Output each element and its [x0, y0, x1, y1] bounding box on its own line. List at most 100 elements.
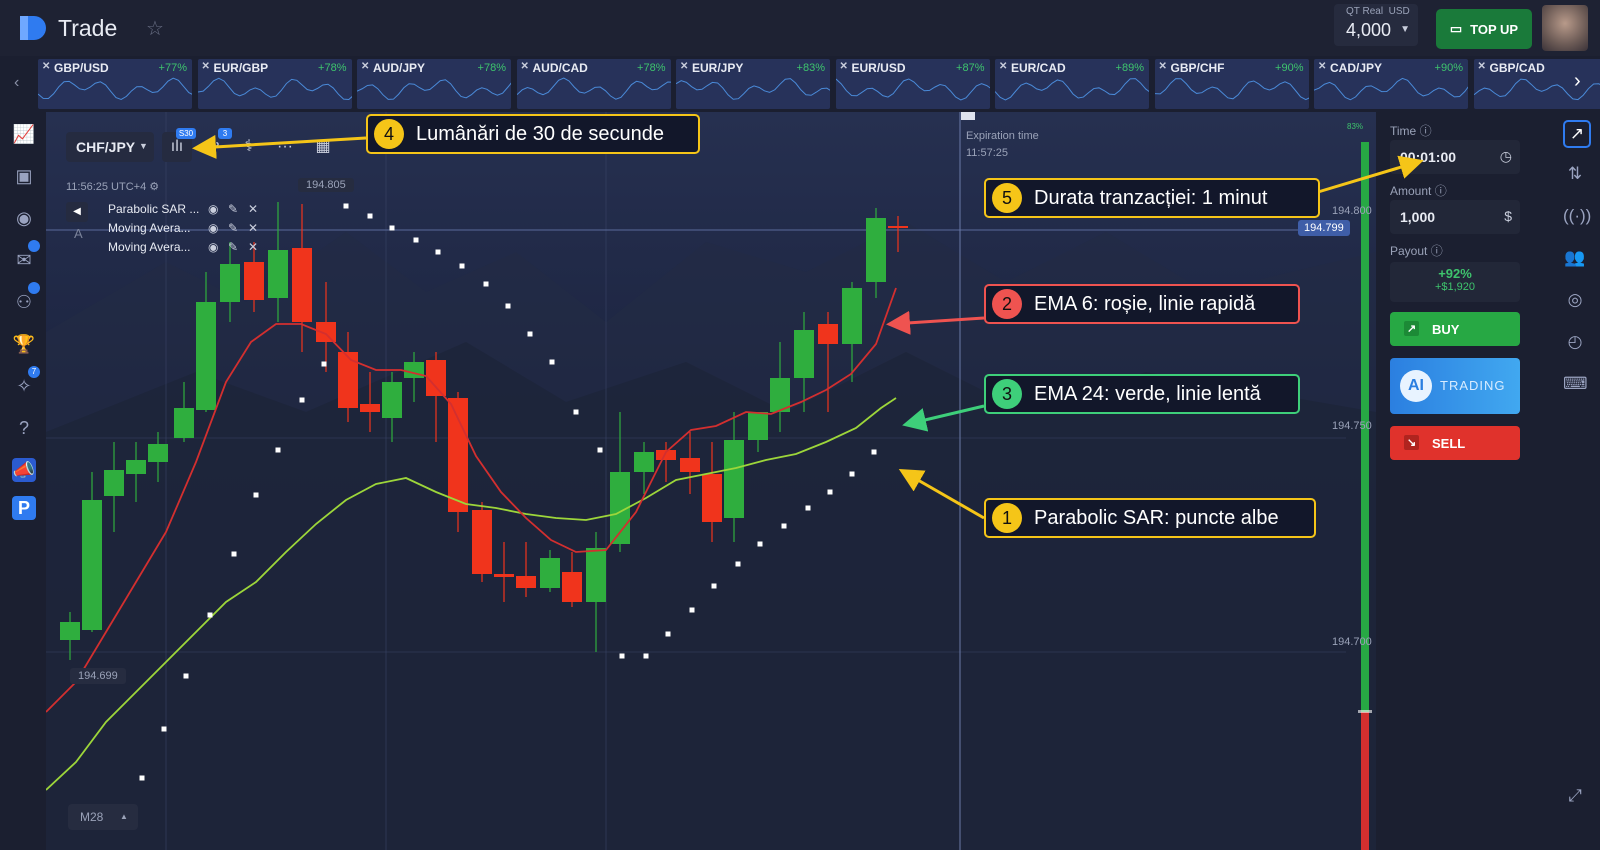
callout-1: 1 Parabolic SAR: puncte albe	[984, 498, 1316, 538]
ticker-gbp-chf[interactable]: ✕ GBP/CHF +90%	[1154, 59, 1309, 109]
ticker-gbp-cad[interactable]: ✕ GBP/CAD	[1473, 59, 1600, 109]
briefcase-icon[interactable]: ▣	[12, 164, 36, 188]
trade-chart-icon[interactable]: ↗	[1563, 120, 1591, 148]
ticker-close-icon[interactable]: ✕	[1318, 61, 1326, 72]
ticker-close-icon[interactable]: ✕	[521, 61, 529, 72]
app-logo-icon[interactable]: P	[12, 496, 36, 520]
symbol-selector[interactable]: CHF/JPY ▼	[66, 132, 154, 162]
logo-icon	[18, 14, 52, 42]
ticker-close-icon[interactable]: ✕	[1159, 61, 1167, 72]
ticker-close-icon[interactable]: ✕	[361, 61, 369, 72]
sar-dot	[549, 359, 555, 365]
ticker-aud-cad[interactable]: ✕ AUD/CAD +78%	[516, 59, 671, 109]
remove-icon[interactable]: ✕	[248, 202, 258, 216]
sar-dot	[757, 541, 763, 547]
background-mountains-2	[46, 342, 1376, 850]
candle-body	[888, 226, 908, 228]
favorite-star-icon[interactable]: ☆	[146, 16, 164, 41]
target-icon[interactable]: ◎	[1563, 288, 1587, 312]
indicator-row[interactable]: Moving Avera... ◉ ✎ ✕	[108, 221, 268, 239]
ticker-close-icon[interactable]: ✕	[42, 61, 50, 72]
clock-icon[interactable]: ◷	[1500, 148, 1512, 165]
callout-text: Parabolic SAR: puncte albe	[1034, 506, 1279, 529]
buy-button[interactable]: ↗ BUY	[1390, 312, 1520, 346]
ticker-close-icon[interactable]: ✕	[840, 61, 848, 72]
fullscreen-icon[interactable]: ⤢	[1563, 784, 1587, 808]
ticker-cad-jpy[interactable]: ✕ CAD/JPY +90%	[1314, 59, 1468, 109]
remove-icon[interactable]: ✕	[248, 221, 258, 235]
ticker-sparkline	[835, 78, 990, 101]
candle-body	[866, 218, 886, 282]
candle-body	[794, 330, 814, 378]
ticker-eur-cad[interactable]: ✕ EUR/CAD +89%	[995, 59, 1149, 109]
right-sidebar: ↗ ⇅ ((·)) 👥 ◎ ◴ ⌨ ⤢	[1550, 112, 1600, 850]
avatar[interactable]	[1542, 5, 1588, 51]
ticker-eur-gbp[interactable]: ✕ EUR/GBP +78%	[197, 59, 352, 109]
sar-dot	[207, 612, 213, 618]
more-icon[interactable]: ···	[270, 132, 300, 162]
amount-input[interactable]: 1,000 $	[1390, 200, 1520, 234]
indicator-row[interactable]: Parabolic SAR ... ◉ ✎ ✕	[108, 202, 268, 220]
candle-body	[448, 398, 468, 512]
sar-dot	[711, 583, 717, 589]
eye-icon[interactable]: ◉	[208, 221, 218, 235]
edit-icon[interactable]: ✎	[228, 202, 238, 216]
ticker-eur-usd[interactable]: ✕ EUR/USD +87%	[835, 59, 990, 109]
scroll-right-icon[interactable]: ›	[1574, 70, 1581, 93]
ticker-sparkline	[38, 77, 192, 101]
collapse-indicators-button[interactable]: ◀	[66, 202, 88, 222]
candle-body	[724, 440, 744, 518]
remove-icon[interactable]: ✕	[248, 240, 258, 254]
sar-dot	[253, 492, 259, 498]
ticker-close-icon[interactable]: ✕	[202, 61, 210, 72]
edit-icon[interactable]: ✎	[228, 221, 238, 235]
ticker-close-icon[interactable]: ✕	[680, 61, 688, 72]
time-input[interactable]: 00:01:00 ◷	[1390, 140, 1520, 174]
ticker-pair: EUR/CAD	[1011, 61, 1066, 75]
eye-icon[interactable]: ◉	[208, 202, 218, 216]
ticker-close-icon[interactable]: ✕	[1478, 61, 1486, 72]
signal-icon[interactable]: ((·))	[1563, 204, 1591, 228]
indicators-icon[interactable]: ⚕	[234, 132, 264, 162]
users-icon[interactable]: 👥	[1563, 246, 1587, 270]
top-up-button[interactable]: ▭ TOP UP	[1436, 9, 1532, 49]
history-icon[interactable]: ◴	[1563, 330, 1587, 354]
sar-dot	[231, 551, 237, 557]
candle-body	[702, 474, 722, 522]
settings-gear-icon: ⚙	[149, 181, 160, 193]
user-icon[interactable]: ◉	[12, 206, 36, 230]
chevron-down-icon: ▼	[139, 141, 148, 151]
layout-icon[interactable]: ▦	[308, 132, 338, 162]
keyboard-icon[interactable]: ⌨	[1563, 372, 1588, 396]
ticker-gbp-usd[interactable]: ✕ GBP/USD +77%	[38, 59, 192, 109]
edit-icon[interactable]: ✎	[228, 240, 238, 254]
ticker-eur-jpy[interactable]: ✕ EUR/JPY +83%	[676, 59, 830, 109]
ticker-close-icon[interactable]: ✕	[999, 61, 1007, 72]
zoom-selector[interactable]: M28 ▲	[68, 804, 138, 830]
price-chart[interactable]: CHF/JPY ▼ ılı S30 ↩ 3 ⚕ ··· ▦ 11:56:25 U…	[46, 112, 1376, 850]
sell-button[interactable]: ↘ SELL	[1390, 426, 1520, 460]
indicator-row[interactable]: Moving Avera... ◉ ✎ ✕	[108, 240, 268, 258]
trophy-icon[interactable]: 🏆	[12, 332, 36, 356]
transfer-icon[interactable]: ⇅	[1563, 162, 1587, 186]
megaphone-icon[interactable]: 📣	[12, 458, 36, 482]
chevron-up-icon: ▲	[120, 812, 128, 821]
balance-dropdown[interactable]: QT Real USD 4,000 ▼	[1334, 4, 1418, 46]
ticker-sparkline	[1314, 77, 1468, 101]
callout-text: Durata tranzacției: 1 minut	[1034, 186, 1268, 209]
scroll-left-icon[interactable]: ‹	[14, 74, 19, 92]
sar-dot	[435, 249, 441, 255]
ai-trading-button[interactable]: AI TRADING	[1390, 358, 1520, 414]
chart-icon[interactable]: 📈	[12, 122, 36, 146]
ticker-aud-jpy[interactable]: ✕ AUD/JPY +78%	[357, 59, 511, 109]
eye-icon[interactable]: ◉	[208, 240, 218, 254]
ticker-pair: EUR/USD	[851, 61, 906, 75]
candle-body	[82, 500, 102, 630]
sar-dot	[343, 203, 349, 209]
logo[interactable]: Trade	[18, 14, 117, 42]
dollar-icon[interactable]: $	[1504, 208, 1512, 224]
help-icon[interactable]: ?	[12, 416, 36, 440]
sar-dot	[321, 361, 327, 367]
symbol-label: CHF/JPY	[76, 139, 136, 155]
payout-amount: +$1,920	[1434, 281, 1476, 293]
